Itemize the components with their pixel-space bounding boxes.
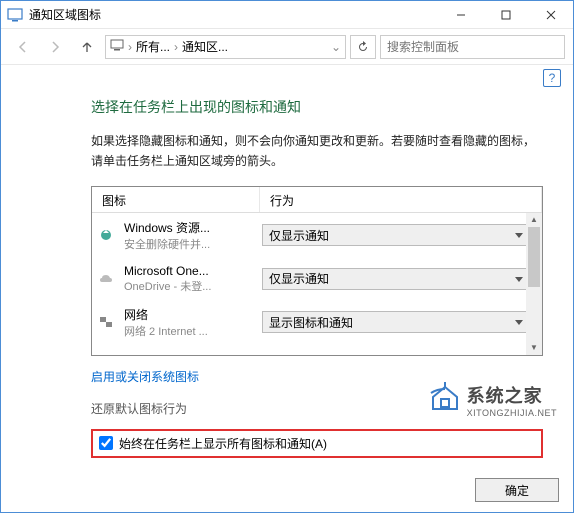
item-title: Microsoft One... xyxy=(124,264,254,278)
always-show-checkbox[interactable] xyxy=(99,436,113,450)
search-box[interactable] xyxy=(380,35,565,59)
eject-icon xyxy=(96,225,116,245)
action-select[interactable]: 仅显示通知 xyxy=(262,224,530,246)
list-item: 网络 网络 2 Internet ... 显示图标和通知 xyxy=(92,300,542,345)
item-title: Windows 资源... xyxy=(124,219,254,236)
up-button[interactable] xyxy=(73,33,101,61)
maximize-button[interactable] xyxy=(483,1,528,29)
list-rows: Windows 资源... 安全删除硬件并... 仅显示通知 Microsoft… xyxy=(92,213,542,356)
footer: 确定 xyxy=(475,478,559,502)
scroll-up-icon[interactable]: ▲ xyxy=(526,213,542,227)
app-icon xyxy=(7,7,23,23)
pc-icon xyxy=(110,38,124,55)
chevron-down-icon[interactable]: ⌄ xyxy=(331,40,341,54)
watermark-en: XITONGZHIJIA.NET xyxy=(467,408,557,418)
cloud-icon xyxy=(96,269,116,289)
breadcrumb-seg[interactable]: 通知区... xyxy=(182,38,228,55)
search-input[interactable] xyxy=(387,40,558,54)
item-subtitle: OneDrive - 未登... xyxy=(124,278,254,294)
watermark: 系统之家 XITONGZHIJIA.NET xyxy=(427,379,557,420)
item-title: 网络 xyxy=(124,306,254,323)
help-bar: ? xyxy=(1,65,573,91)
address-bar[interactable]: › 所有... › 通知区... ⌄ xyxy=(105,35,346,59)
control-panel-window: 通知区域图标 › 所有... › 通知区... ⌄ ? 选择在任务栏上出现的图标… xyxy=(0,0,574,513)
scrollbar[interactable]: ▲ ▼ xyxy=(526,213,542,355)
close-button[interactable] xyxy=(528,1,573,29)
scroll-down-icon[interactable]: ▼ xyxy=(526,341,542,355)
titlebar: 通知区域图标 xyxy=(1,1,573,29)
chevron-right-icon: › xyxy=(128,40,132,54)
page-heading: 选择在任务栏上出现的图标和通知 xyxy=(91,97,543,117)
page-description: 如果选择隐藏图标和通知，则不会向你通知更改和更新。若要随时查看隐藏的图标，请单击… xyxy=(91,131,543,172)
help-button[interactable]: ? xyxy=(543,69,561,87)
navbar: › 所有... › 通知区... ⌄ xyxy=(1,29,573,65)
always-show-checkbox-row: 始终在任务栏上显示所有图标和通知(A) xyxy=(91,429,543,458)
scroll-thumb[interactable] xyxy=(528,227,540,287)
house-icon xyxy=(427,379,463,420)
item-subtitle: 网络 2 Internet ... xyxy=(124,323,254,339)
list-item: Microsoft One... OneDrive - 未登... 仅显示通知 xyxy=(92,258,542,300)
column-action[interactable]: 行为 xyxy=(260,187,542,212)
ok-button[interactable]: 确定 xyxy=(475,478,559,502)
network-icon xyxy=(96,312,116,332)
action-select[interactable]: 显示图标和通知 xyxy=(262,311,530,333)
minimize-button[interactable] xyxy=(438,1,483,29)
action-select[interactable]: 仅显示通知 xyxy=(262,268,530,290)
forward-button[interactable] xyxy=(41,33,69,61)
list-item: Windows 资源... 安全删除硬件并... 仅显示通知 xyxy=(92,213,542,258)
list-header: 图标 行为 xyxy=(92,187,542,213)
system-icons-link[interactable]: 启用或关闭系统图标 xyxy=(91,368,199,385)
window-title: 通知区域图标 xyxy=(29,6,438,23)
checkbox-label: 始终在任务栏上显示所有图标和通知(A) xyxy=(119,435,327,452)
breadcrumb-seg[interactable]: 所有... xyxy=(136,38,170,55)
column-icon[interactable]: 图标 xyxy=(92,187,260,212)
icon-list: 图标 行为 Windows 资源... 安全删除硬件并... 仅显示通知 Mic… xyxy=(91,186,543,356)
watermark-cn: 系统之家 xyxy=(467,382,557,408)
refresh-button[interactable] xyxy=(350,35,376,59)
item-subtitle: 安全删除硬件并... xyxy=(124,236,254,252)
back-button[interactable] xyxy=(9,33,37,61)
chevron-right-icon: › xyxy=(174,40,178,54)
